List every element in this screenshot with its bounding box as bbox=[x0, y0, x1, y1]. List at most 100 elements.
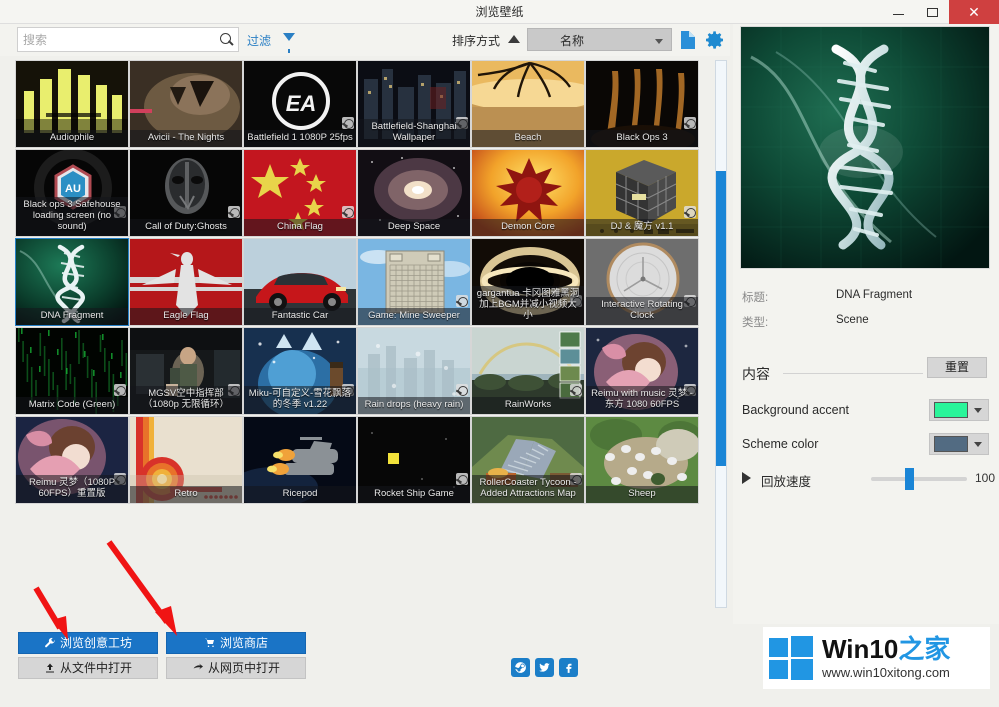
wallpaper-tile[interactable]: Avicii - The Nights bbox=[129, 60, 243, 148]
chevron-down-icon bbox=[655, 39, 663, 44]
scheme-color-label: Scheme color bbox=[742, 437, 818, 451]
chevron-down-icon[interactable] bbox=[974, 408, 982, 413]
grid-scrollbar-track[interactable] bbox=[715, 60, 727, 608]
browse-workshop-button[interactable]: 浏览创意工坊 bbox=[18, 632, 158, 654]
sort-direction-ascending-icon[interactable] bbox=[508, 35, 520, 43]
wallpaper-tile[interactable]: gargantua 卡冈图雅黑洞 加上BGM并减小视频大小 bbox=[471, 238, 585, 326]
minimize-icon bbox=[893, 14, 904, 15]
playback-speed-slider-thumb[interactable] bbox=[905, 468, 914, 490]
wallpaper-tile[interactable]: Interactive Rotating Clock bbox=[585, 238, 699, 326]
wallpaper-tile[interactable]: Audiophile bbox=[15, 60, 129, 148]
filter-icon[interactable] bbox=[283, 33, 295, 41]
arrow-right-icon bbox=[192, 662, 204, 674]
steam-workshop-badge-icon bbox=[342, 206, 354, 218]
wallpaper-tile[interactable]: Deep Space bbox=[357, 149, 471, 237]
steam-icon[interactable] bbox=[511, 658, 530, 677]
wallpaper-tile-title: Eagle Flag bbox=[130, 308, 242, 325]
wallpaper-tile[interactable]: EABattlefield 1 1080P 25fps bbox=[243, 60, 357, 148]
background-accent-picker[interactable] bbox=[929, 399, 989, 421]
wallpaper-tile-title: Demon Core bbox=[472, 219, 584, 236]
playback-expand-icon[interactable] bbox=[742, 472, 751, 484]
wallpaper-tile[interactable]: Reimu 灵梦（1080P 60FPS）重置版 bbox=[15, 416, 129, 504]
wallpaper-tile[interactable]: DNA Fragment bbox=[15, 238, 129, 326]
watermark-brand-cn: 之家 bbox=[898, 634, 950, 664]
filter-link[interactable]: 过滤 bbox=[247, 32, 271, 49]
sort-field-select[interactable]: 名称 bbox=[527, 28, 672, 51]
wallpaper-tile-title: Rain drops (heavy rain) bbox=[358, 397, 470, 414]
search-icon[interactable] bbox=[216, 28, 238, 51]
wallpaper-tile[interactable]: DJ & 魔方 v1.1 bbox=[585, 149, 699, 237]
chevron-down-icon[interactable] bbox=[974, 442, 982, 447]
close-button[interactable]: ✕ bbox=[949, 0, 999, 24]
wallpaper-tile[interactable]: China Flag bbox=[243, 149, 357, 237]
wrench-icon bbox=[44, 637, 56, 649]
new-file-icon[interactable] bbox=[676, 28, 700, 52]
steam-workshop-badge-icon bbox=[114, 384, 126, 396]
wallpaper-tile[interactable]: Demon Core bbox=[471, 149, 585, 237]
wallpaper-tile[interactable]: Game: Mine Sweeper bbox=[357, 238, 471, 326]
facebook-icon[interactable] bbox=[559, 658, 578, 677]
grid-scrollbar-thumb[interactable] bbox=[716, 171, 726, 466]
wallpaper-tile-title: MGSV空中指挥部（1080p 无限循环） bbox=[130, 386, 242, 414]
wallpaper-tile[interactable]: Matrix Code (Green) bbox=[15, 327, 129, 415]
detail-title-key: 标题: bbox=[742, 289, 768, 305]
wallpaper-tile[interactable]: Beach bbox=[471, 60, 585, 148]
wallpaper-tile[interactable]: AUBlack ops 3 Safehouse loading screen (… bbox=[15, 149, 129, 237]
sort-field-value: 名称 bbox=[560, 32, 584, 49]
detail-title-value: DNA Fragment bbox=[836, 289, 912, 301]
wallpaper-tile-title: Rocket Ship Game bbox=[358, 486, 470, 503]
search-input[interactable] bbox=[18, 29, 216, 50]
scheme-color-swatch[interactable] bbox=[934, 436, 968, 452]
wallpaper-tile[interactable]: Sheep bbox=[585, 416, 699, 504]
steam-workshop-badge-icon bbox=[684, 117, 696, 129]
wallpaper-tile[interactable]: Eagle Flag bbox=[129, 238, 243, 326]
playback-speed-value: 100 bbox=[975, 471, 995, 485]
wallpaper-grid-viewport[interactable]: AudiophileAvicii - The NightsEABattlefie… bbox=[15, 60, 705, 608]
open-from-web-button[interactable]: 从网页中打开 bbox=[166, 657, 306, 679]
wallpaper-tile[interactable]: Call of Duty:Ghosts bbox=[129, 149, 243, 237]
window-title: 浏览壁纸 bbox=[0, 0, 999, 24]
windows-logo-icon bbox=[769, 636, 813, 680]
background-accent-swatch[interactable] bbox=[934, 402, 968, 418]
browse-store-button[interactable]: 浏览商店 bbox=[166, 632, 306, 654]
playback-speed-slider-track[interactable] bbox=[871, 477, 967, 481]
wallpaper-tile-title: Fantastic Car bbox=[244, 308, 356, 325]
wallpaper-preview[interactable] bbox=[740, 26, 990, 269]
wallpaper-tile[interactable]: RollerCoaster Tycoon - Added Attractions… bbox=[471, 416, 585, 504]
wallpaper-tile[interactable]: RainWorks bbox=[471, 327, 585, 415]
open-from-file-button[interactable]: 从文件中打开 bbox=[18, 657, 158, 679]
content-section-heading: 内容 bbox=[742, 364, 770, 384]
wallpaper-grid: AudiophileAvicii - The NightsEABattlefie… bbox=[15, 60, 705, 504]
wallpaper-tile-title: Deep Space bbox=[358, 219, 470, 236]
wallpaper-tile[interactable]: Rocket Ship Game bbox=[357, 416, 471, 504]
wallpaper-tile[interactable]: Rain drops (heavy rain) bbox=[357, 327, 471, 415]
wallpaper-tile[interactable]: Battlefield-Shanghai Wallpaper bbox=[357, 60, 471, 148]
wallpaper-tile[interactable]: Black Ops 3 bbox=[585, 60, 699, 148]
twitter-icon[interactable] bbox=[535, 658, 554, 677]
maximize-button[interactable] bbox=[915, 0, 949, 24]
search-box[interactable] bbox=[17, 27, 239, 52]
steam-workshop-badge-icon bbox=[570, 384, 582, 396]
browse-store-label: 浏览商店 bbox=[220, 633, 268, 653]
wallpaper-tile-title: Black Ops 3 bbox=[586, 130, 698, 147]
wallpaper-tile[interactable]: Fantastic Car bbox=[243, 238, 357, 326]
details-panel: 标题: DNA Fragment 类型: Scene 内容 重置 Backgro… bbox=[733, 24, 999, 624]
wallpaper-tile-title: DNA Fragment bbox=[16, 308, 128, 325]
maximize-icon bbox=[927, 8, 938, 17]
wallpaper-tile-title: Sheep bbox=[586, 486, 698, 503]
browse-workshop-label: 浏览创意工坊 bbox=[60, 633, 132, 653]
wallpaper-tile[interactable]: Ricepod bbox=[243, 416, 357, 504]
wallpaper-tile-title: Battlefield 1 1080P 25fps bbox=[244, 130, 356, 147]
detail-type-value: Scene bbox=[836, 314, 869, 326]
scheme-color-picker[interactable] bbox=[929, 433, 989, 455]
watermark-url: www.win10xitong.com bbox=[822, 665, 950, 680]
open-from-web-label: 从网页中打开 bbox=[208, 658, 280, 678]
wallpaper-tile[interactable]: Reimu with music 灵梦 -东方 1080 60FPS bbox=[585, 327, 699, 415]
gear-icon[interactable] bbox=[703, 28, 727, 52]
minimize-button[interactable] bbox=[881, 0, 915, 24]
wallpaper-tile[interactable]: MGSV空中指挥部（1080p 无限循环） bbox=[129, 327, 243, 415]
reset-button[interactable]: 重置 bbox=[927, 357, 987, 378]
wallpaper-tile[interactable]: Miku-可自定义-雪花飘落的冬季 v1.22 bbox=[243, 327, 357, 415]
steam-workshop-badge-icon bbox=[456, 473, 468, 485]
wallpaper-tile[interactable]: Retro bbox=[129, 416, 243, 504]
